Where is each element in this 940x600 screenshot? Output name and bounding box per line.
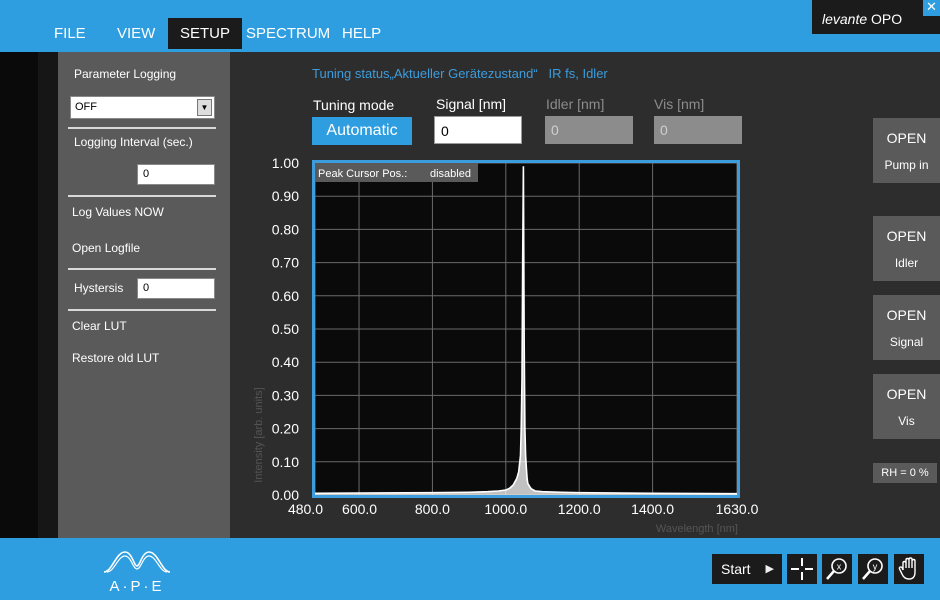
menu-spectrum[interactable]: SPECTRUM <box>234 18 342 49</box>
logging-interval-label: Logging Interval (sec.) <box>74 135 193 149</box>
sidebar-divider <box>68 309 216 311</box>
vis-state: OPEN <box>886 386 927 402</box>
idler-input: 0 <box>545 116 633 144</box>
sidebar-divider <box>68 268 216 270</box>
hysteresis-label: Hystersis <box>74 281 124 295</box>
left-strip <box>0 52 38 538</box>
ape-logo-icon: A·P·E <box>103 551 171 595</box>
zoom-x-button[interactable]: x <box>822 554 852 584</box>
pump-in-shutter-button[interactable]: OPEN Pump in <box>873 118 940 183</box>
bottom-bar: A·P·E Start ▶ x y <box>0 538 940 600</box>
zoom-y-icon: y <box>862 558 883 580</box>
parameter-logging-label: Parameter Logging <box>74 67 177 81</box>
setup-sidebar: Parameter Logging OFF ▼ Logging Interval… <box>58 52 230 538</box>
parameter-logging-value: OFF <box>75 101 97 113</box>
left-strip-inner <box>38 52 58 538</box>
brand-normal: OPO <box>867 11 903 27</box>
menu-help[interactable]: HELP <box>330 18 393 49</box>
menu-view[interactable]: VIEW <box>105 18 167 49</box>
main-panel: Tuning status„Aktueller Gerätezustand“ I… <box>230 52 870 538</box>
start-label: Start <box>721 561 751 577</box>
vis-input: 0 <box>654 116 742 144</box>
signal-label: Signal [nm] <box>436 96 507 112</box>
signal-shutter-button[interactable]: OPEN Signal <box>873 295 940 360</box>
logo-text: A·P·E <box>109 578 164 595</box>
signal-input[interactable]: 0 <box>434 116 522 144</box>
idler-state: OPEN <box>886 228 927 244</box>
sidebar-divider <box>68 127 216 129</box>
crosshair-icon <box>791 558 813 580</box>
tuning-mode-button[interactable]: Automatic <box>312 117 412 145</box>
zoom-y-button[interactable]: y <box>858 554 888 584</box>
logging-interval-input[interactable]: 0 <box>137 164 215 185</box>
vis-shutter-label: Vis <box>898 414 915 428</box>
parameter-logging-select[interactable]: OFF ▼ <box>70 96 215 119</box>
sidebar-divider <box>68 195 216 197</box>
hysteresis-input[interactable]: 0 <box>137 278 215 299</box>
log-values-now-button[interactable]: Log Values NOW <box>72 205 164 219</box>
signal-state: OPEN <box>886 307 927 323</box>
pan-button[interactable] <box>894 554 924 584</box>
rh-readout: RH = 0 % <box>873 463 937 483</box>
tuning-status-text: Tuning status„Aktueller Gerätezustand“ I… <box>312 66 608 81</box>
pump-in-label: Pump in <box>884 158 929 172</box>
hand-icon <box>898 557 916 580</box>
brand-label: levante OPO <box>812 0 940 34</box>
top-menu-bar: FILE VIEW SETUP SPECTRUM HELP levante OP… <box>0 0 940 52</box>
tuning-mode-label: Tuning mode <box>313 97 395 113</box>
cursor-crosshair-button[interactable] <box>787 554 817 584</box>
start-button[interactable]: Start ▶ <box>712 554 782 584</box>
zoom-x-icon: x <box>826 558 847 580</box>
menu-setup[interactable]: SETUP <box>168 18 243 49</box>
dropdown-arrow-icon[interactable]: ▼ <box>197 99 212 116</box>
open-logfile-button[interactable]: Open Logfile <box>72 241 140 255</box>
play-icon: ▶ <box>765 563 774 575</box>
close-button[interactable]: ✕ <box>922 0 940 16</box>
restore-lut-button[interactable]: Restore old LUT <box>72 351 159 365</box>
brand-italic: levante <box>822 11 868 27</box>
vis-shutter-button[interactable]: OPEN Vis <box>873 374 940 439</box>
svg-text:y: y <box>873 562 878 572</box>
pump-in-state: OPEN <box>886 130 927 146</box>
svg-text:x: x <box>837 562 842 572</box>
signal-shutter-label: Signal <box>889 335 924 349</box>
idler-shutter-button[interactable]: OPEN Idler <box>873 216 940 281</box>
app-window: FILE VIEW SETUP SPECTRUM HELP levante OP… <box>0 0 940 600</box>
idler-shutter-label: Idler <box>894 256 919 270</box>
menu-file[interactable]: FILE <box>42 18 98 49</box>
vis-label: Vis [nm] <box>654 96 705 112</box>
clear-lut-button[interactable]: Clear LUT <box>72 319 127 333</box>
idler-label: Idler [nm] <box>546 96 605 112</box>
